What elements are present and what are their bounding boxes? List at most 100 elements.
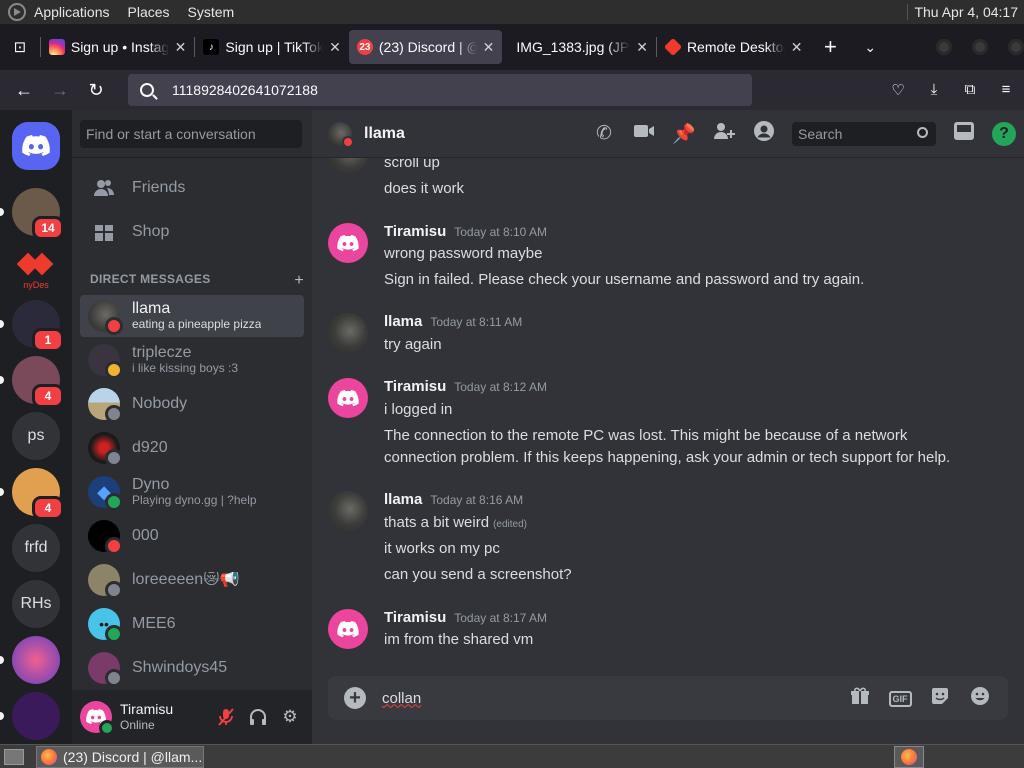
add-friends-to-dm-icon[interactable] (704, 121, 744, 147)
avatar (328, 121, 354, 148)
shop-nav-item[interactable]: Shop (80, 211, 304, 253)
avatar (328, 378, 368, 418)
dm-item-shwindoys45[interactable]: Shwindoys45 (80, 647, 304, 689)
close-tab-icon[interactable]: ✕ (791, 39, 803, 56)
search-placeholder: Search (798, 125, 843, 142)
mute-microphone-icon[interactable] (210, 701, 242, 733)
server-rhs[interactable]: RHs (12, 580, 60, 628)
message-author[interactable]: Tiramisu (384, 223, 446, 240)
direct-messages-header: DIRECT MESSAGES + (90, 272, 304, 290)
dm-item-llama[interactable]: llama eating a pineapple pizza (80, 295, 304, 337)
help-icon[interactable]: ? (992, 121, 1016, 146)
list-all-tabs-chevron-icon[interactable]: ⌄ (850, 39, 890, 56)
tab-title: IMG_1383.jpg (JPEG Image) (516, 39, 630, 55)
server-ps[interactable]: ps (12, 412, 60, 460)
gift-icon[interactable] (840, 686, 880, 711)
pinned-messages-icon[interactable]: 📌 (664, 122, 704, 146)
workspace-switcher[interactable] (894, 745, 924, 768)
tab-image[interactable]: IMG_1383.jpg (JPEG Image) ✕ (502, 30, 656, 64)
server-icon[interactable] (0, 692, 60, 740)
dm-item-dyno[interactable]: ◆ Dyno Playing dyno.gg | ?help (80, 471, 304, 513)
user-avatar[interactable] (80, 701, 115, 736)
find-conversation-button[interactable]: Find or start a conversation (80, 120, 302, 148)
discord-home-button[interactable] (12, 122, 60, 170)
clock[interactable]: Thu Apr 4, 04:17 (907, 4, 1018, 20)
svg-text:nyDes: nyDes (23, 280, 49, 290)
emoji-icon[interactable] (960, 686, 1000, 711)
tab-remote-desktop[interactable]: Remote Desktop ✕ (657, 30, 811, 64)
unread-indicator (0, 656, 4, 664)
tab-title: (23) Discord | @llama (378, 39, 477, 55)
hamburger-menu-icon[interactable]: ≡ (988, 81, 1024, 99)
mention-badge: 1 (32, 328, 64, 352)
applications-menu[interactable]: Applications (34, 4, 110, 20)
close-window-button[interactable] (1008, 39, 1024, 55)
taskbar: (23) Discord | @llam... (0, 744, 1024, 768)
firefox-view-icon[interactable]: ⊡ (0, 38, 40, 56)
add-attachment-plus-icon[interactable]: + (344, 687, 366, 709)
avatar (328, 223, 368, 263)
message-text: Sign in failed. Please check your userna… (384, 271, 865, 288)
dm-item-000[interactable]: 000 (80, 515, 304, 557)
places-menu[interactable]: Places (128, 4, 170, 20)
message-author[interactable]: Tiramisu (384, 609, 446, 626)
server-icon[interactable]: 14 (0, 188, 64, 240)
dm-item-mee6[interactable]: •• MEE6 (80, 603, 304, 645)
message-composer[interactable]: + collan GIF (328, 676, 1008, 720)
close-tab-icon[interactable]: ✕ (175, 39, 187, 56)
dm-item-triplecze[interactable]: triplecze i like kissing boys :3 (80, 339, 304, 381)
close-tab-icon[interactable]: ✕ (483, 39, 495, 56)
avatar (88, 344, 123, 379)
search-input[interactable]: Search (792, 121, 936, 146)
message-author[interactable]: llama (384, 313, 422, 330)
new-tab-button[interactable]: + (810, 34, 850, 60)
downloads-icon[interactable]: ⤓ (916, 81, 952, 99)
forward-arrow-icon[interactable]: → (42, 80, 78, 101)
dm-item-nobody[interactable]: Nobody (80, 383, 304, 425)
server-frfd[interactable]: frfd (12, 524, 60, 572)
instagram-icon (48, 39, 65, 55)
avatar (328, 609, 368, 649)
message-author[interactable]: Tiramisu (384, 378, 446, 395)
tab-discord[interactable]: 23 (23) Discord | @llama ✕ (348, 30, 503, 64)
settings-gear-icon[interactable]: ⚙ (274, 701, 306, 733)
back-arrow-icon[interactable]: ← (6, 80, 42, 101)
inbox-icon[interactable] (944, 121, 984, 147)
server-icon[interactable]: 1 (0, 300, 64, 352)
friends-nav-item[interactable]: Friends (80, 167, 304, 209)
tab-instagram[interactable]: Sign up • Instagram ✕ (41, 30, 195, 64)
gif-picker-icon[interactable]: GIF (880, 686, 920, 711)
server-anydesk-icon[interactable]: nyDes (12, 244, 60, 292)
voice-call-icon[interactable]: ✆ (584, 122, 624, 145)
close-tab-icon[interactable]: ✕ (636, 39, 648, 56)
create-dm-plus-icon[interactable]: + (294, 272, 304, 290)
maximize-window-button[interactable] (972, 39, 989, 55)
tab-strip: ⊡ Sign up • Instagram ✕ ♪ Sign up | TikT… (0, 24, 1024, 70)
distro-logo-icon[interactable] (8, 3, 26, 21)
server-icon[interactable]: 4 (0, 468, 64, 520)
show-desktop-icon[interactable] (4, 748, 24, 765)
message-header: Tiramisu Today at 8:17 AM (384, 609, 547, 626)
dm-item-d920[interactable]: d920 (80, 427, 304, 469)
dm-item-loreeeeen[interactable]: loreeeeen😿📢 (80, 559, 304, 601)
taskbar-window-firefox[interactable]: (23) Discord | @llam... (36, 745, 204, 768)
url-text: 1118928402641072188 (172, 82, 318, 98)
video-call-icon[interactable] (624, 123, 664, 145)
headphones-icon[interactable] (242, 701, 274, 733)
tab-tiktok[interactable]: ♪ Sign up | TikTok ✕ (195, 30, 349, 64)
pocket-icon[interactable]: ♡ (880, 81, 916, 99)
system-menu[interactable]: System (188, 4, 235, 20)
minimize-window-button[interactable] (936, 39, 953, 55)
server-icon[interactable] (0, 636, 60, 684)
url-bar[interactable]: 1118928402641072188 (128, 74, 752, 106)
sticker-icon[interactable] (920, 686, 960, 711)
reload-icon[interactable]: ↻ (78, 80, 114, 101)
message-author[interactable]: llama (384, 491, 422, 508)
close-tab-icon[interactable]: ✕ (329, 39, 341, 56)
extensions-icon[interactable]: ⧉ (952, 81, 988, 99)
message-input[interactable]: collan (382, 690, 421, 707)
user-profile-icon[interactable] (744, 120, 784, 148)
message-timestamp: Today at 8:10 AM (454, 225, 547, 239)
server-icon[interactable]: 4 (0, 356, 64, 408)
dm-status-text: eating a pineapple pizza (132, 317, 262, 331)
